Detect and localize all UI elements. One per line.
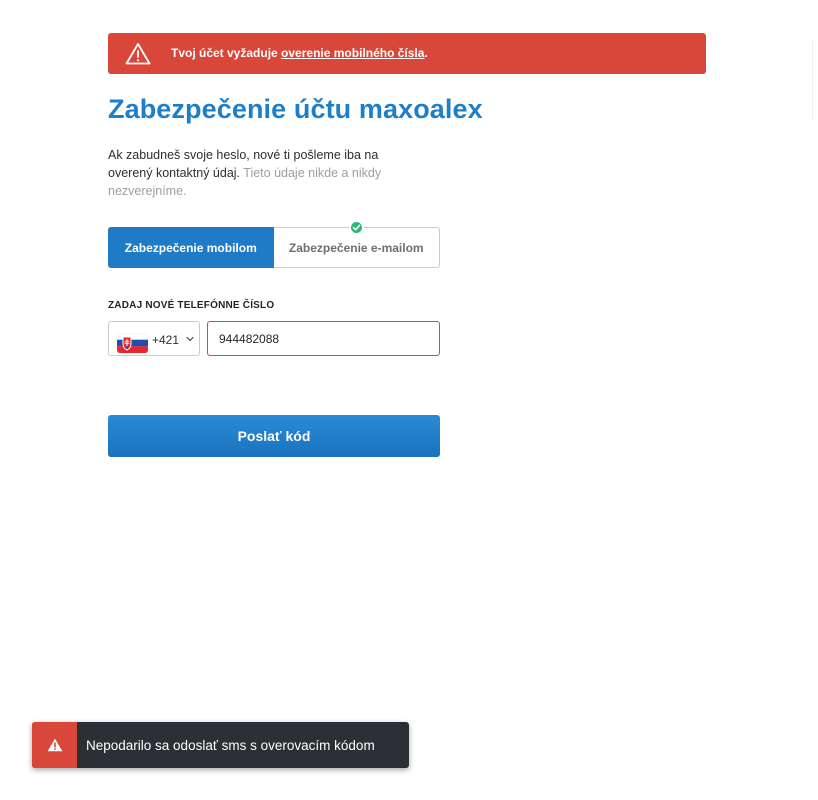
chevron-down-icon: [186, 336, 194, 342]
phone-number-input[interactable]: [207, 321, 440, 356]
tab-email-security[interactable]: Zabezpečenie e-mailom: [273, 220, 440, 268]
error-toast: Nepodarilo sa odoslať sms s overovacím k…: [32, 722, 409, 768]
verification-alert-banner: Tvoj účet vyžaduje overenie mobilného čí…: [108, 33, 706, 74]
warning-triangle-icon: [47, 738, 62, 752]
tab-email-label: Zabezpečenie e-mailom: [288, 240, 424, 255]
alert-text-suffix: .: [424, 46, 428, 60]
country-code-select[interactable]: +421: [108, 321, 200, 356]
verified-check-icon: [348, 220, 364, 235]
security-method-tabs: Zabezpečenie mobilom Zabezpečenie e-mail…: [108, 220, 440, 268]
alert-message: Tvoj účet vyžaduje overenie mobilného čí…: [171, 46, 428, 60]
send-code-button[interactable]: Poslať kód: [108, 415, 440, 457]
verify-phone-link[interactable]: overenie mobilného čísla: [281, 46, 424, 60]
tab-mobile-label: Zabezpečenie mobilom: [124, 240, 257, 255]
alert-text-prefix: Tvoj účet vyžaduje: [171, 46, 282, 60]
tab-mobile-security[interactable]: Zabezpečenie mobilom: [108, 227, 274, 268]
toast-message: Nepodarilo sa odoslať sms s overovacím k…: [86, 737, 375, 753]
page-title: Zabezpečenie účtu maxoalex: [108, 94, 483, 124]
security-description: Ak zabudneš svoje heslo, nové ti pošleme…: [108, 146, 418, 200]
phone-field-label: ZADAJ NOVÉ TELEFÓNNE ČÍSLO: [108, 300, 275, 311]
page-edge-divider: [812, 40, 818, 120]
toast-icon-container: [32, 722, 77, 768]
slovakia-flag-icon: [117, 333, 148, 353]
country-code: +421: [152, 333, 180, 347]
warning-triangle-icon: [125, 43, 151, 65]
